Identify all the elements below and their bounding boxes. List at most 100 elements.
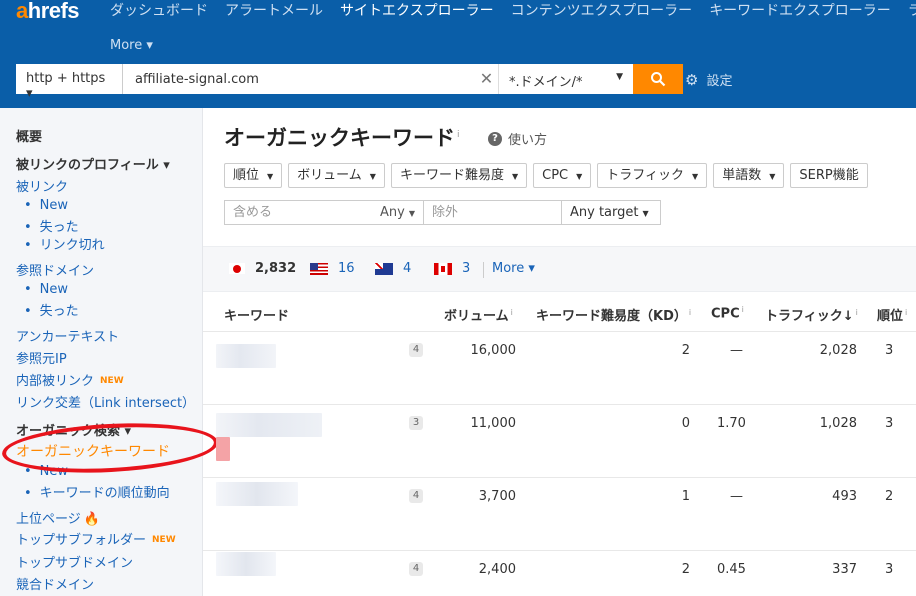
sidebar-position-history[interactable]: キーワードの順位動向 [24, 482, 170, 501]
cell-traffic[interactable]: 2,028 [780, 343, 857, 358]
search-icon [650, 69, 666, 88]
filter-traffic[interactable]: トラフィック ▼ [597, 163, 708, 188]
nav-content-explorer[interactable]: コンテンツエクスプローラー [511, 2, 693, 20]
cell-cpc: 0.45 [717, 562, 746, 577]
country-more[interactable]: More ▾ [492, 261, 535, 276]
sidebar-top-subfolders[interactable]: トップサブフォルダー NEW [16, 529, 176, 548]
cell-volume: 11,000 [470, 416, 517, 431]
col-keyword[interactable]: キーワード [224, 305, 289, 324]
nav-site-explorer[interactable]: サイトエクスプローラー [340, 2, 494, 20]
flag-ca-icon [434, 262, 452, 275]
cell-position: 3 [885, 562, 894, 577]
clear-icon[interactable]: ✕ [475, 64, 499, 94]
sidebar-anchors[interactable]: アンカーテキスト [16, 326, 119, 345]
row-divider [203, 404, 916, 405]
cell-position: 3 [885, 343, 894, 358]
exclude-input[interactable]: 除外 [424, 200, 562, 225]
sidebar-backlink-profile[interactable]: 被リンクのプロフィール ▾ [16, 154, 170, 173]
caret-down-icon: ▼ [616, 72, 623, 82]
col-cpc[interactable]: CPC i [711, 305, 744, 321]
nav-rank-tracker[interactable]: ラ [908, 2, 916, 20]
keyword-redacted[interactable] [216, 344, 276, 368]
filter-volume[interactable]: ボリューム ▼ [288, 163, 385, 188]
sidebar-ref-domains-new[interactable]: New [24, 282, 68, 297]
filter-cpc[interactable]: CPC ▼ [533, 163, 592, 188]
keyword-redacted [216, 437, 230, 461]
word-count-badge: 4 [409, 489, 423, 503]
sidebar-top-pages[interactable]: 上位ページ 🔥 [16, 508, 100, 527]
search-bar: http + https ▾ ✕ *.ドメイン/*▼ [16, 64, 683, 101]
flag-jp-icon [229, 263, 245, 274]
country-ca[interactable]: 3 [434, 261, 470, 276]
country-divider [483, 262, 484, 278]
fire-icon: 🔥 [83, 512, 100, 527]
url-input[interactable] [123, 64, 475, 94]
sidebar-ref-domains[interactable]: 参照ドメイン [16, 260, 94, 279]
cell-cpc: — [730, 343, 743, 358]
top-header: ahrefs ダッシュボード アラートメール サイトエクスプローラー コンテンツ… [0, 0, 916, 108]
sidebar-backlinks-new[interactable]: New [24, 198, 68, 213]
include-mode-select[interactable]: Any ▼ [380, 201, 415, 225]
settings-label: 設定 [706, 74, 733, 89]
filter-words[interactable]: 単語数 ▼ [713, 163, 785, 188]
page-title: オーガニックキーワード i [224, 126, 460, 150]
sidebar-backlinks-lost[interactable]: 失った [24, 216, 79, 235]
info-icon[interactable]: i [457, 130, 460, 140]
col-position[interactable]: 順位 i [877, 305, 907, 324]
nav-dashboard[interactable]: ダッシュボード [110, 2, 208, 20]
sidebar-backlinks-broken[interactable]: リンク切れ [24, 234, 105, 253]
sidebar-overview[interactable]: 概要 [16, 126, 42, 145]
word-count-badge: 4 [409, 562, 423, 576]
ahrefs-logo[interactable]: ahrefs [16, 0, 80, 24]
sidebar-link-intersect[interactable]: リンク交差（Link intersect） [16, 392, 195, 411]
cell-traffic[interactable]: 493 [780, 489, 857, 504]
cell-cpc: — [730, 489, 743, 504]
keyword-redacted[interactable] [216, 482, 298, 506]
sidebar-competing-domains[interactable]: 競合ドメイン [16, 574, 94, 593]
sidebar-internal-backlinks[interactable]: 内部被リンク NEW [16, 370, 124, 389]
gear-icon: ⚙ [685, 70, 699, 89]
target-select[interactable]: Any target ▼ [562, 200, 661, 225]
cell-traffic[interactable]: 1,028 [780, 416, 857, 431]
nav-keyword-explorer[interactable]: キーワードエクスプローラー [709, 2, 891, 20]
settings-button[interactable]: ⚙ 設定 [685, 70, 733, 90]
sidebar-backlinks[interactable]: 被リンク [16, 176, 68, 195]
keyword-redacted[interactable] [216, 552, 276, 576]
cell-position: 2 [885, 489, 894, 504]
row-divider [203, 477, 916, 478]
sidebar-ref-domains-lost[interactable]: 失った [24, 300, 79, 319]
new-badge: NEW [100, 376, 124, 386]
country-us[interactable]: 16 [310, 261, 355, 276]
col-volume[interactable]: ボリューム i [444, 305, 513, 324]
nav-more[interactable]: More ▾ [110, 38, 153, 53]
text-filter-bar: 含める Any ▼ 除外 Any target ▼ [224, 200, 661, 225]
mode-select[interactable]: *.ドメイン/* ▼ [499, 64, 633, 94]
cell-traffic[interactable]: 337 [780, 562, 857, 577]
country-au[interactable]: 4 [375, 261, 411, 276]
row-divider [203, 331, 916, 332]
howto-link[interactable]: ? 使い方 [488, 129, 547, 148]
col-kd[interactable]: キーワード難易度（KD） i [536, 305, 691, 324]
cell-kd: 2 [681, 343, 690, 358]
flag-us-icon [310, 262, 328, 275]
flag-au-icon [375, 262, 393, 275]
keyword-redacted[interactable] [216, 413, 322, 437]
cell-position: 3 [885, 416, 894, 431]
cell-volume: 2,400 [478, 562, 516, 577]
col-traffic[interactable]: トラフィック↓ i [765, 305, 858, 324]
filter-bar: 順位 ▼ ボリューム ▼ キーワード難易度 ▼ CPC ▼ トラフィック ▼ 単語数 ▼ S… [224, 163, 874, 188]
search-button[interactable] [633, 64, 683, 94]
filter-serp[interactable]: SERP機能 [790, 163, 868, 188]
new-badge: NEW [152, 535, 176, 545]
protocol-select[interactable]: http + https ▾ [16, 64, 123, 101]
country-jp[interactable]: 2,832 [229, 261, 296, 276]
sidebar-ref-ips[interactable]: 参照元IP [16, 348, 67, 367]
nav-alerts[interactable]: アラートメール [225, 2, 323, 20]
filter-position[interactable]: 順位 ▼ [224, 163, 283, 188]
cell-volume: 16,000 [470, 343, 517, 358]
row-divider [203, 550, 916, 551]
help-icon: ? [488, 131, 502, 146]
filter-kd[interactable]: キーワード難易度 ▼ [390, 163, 528, 188]
sidebar-top-subdomains[interactable]: トップサブドメイン [16, 552, 133, 571]
include-input[interactable]: 含める Any ▼ [224, 200, 424, 225]
